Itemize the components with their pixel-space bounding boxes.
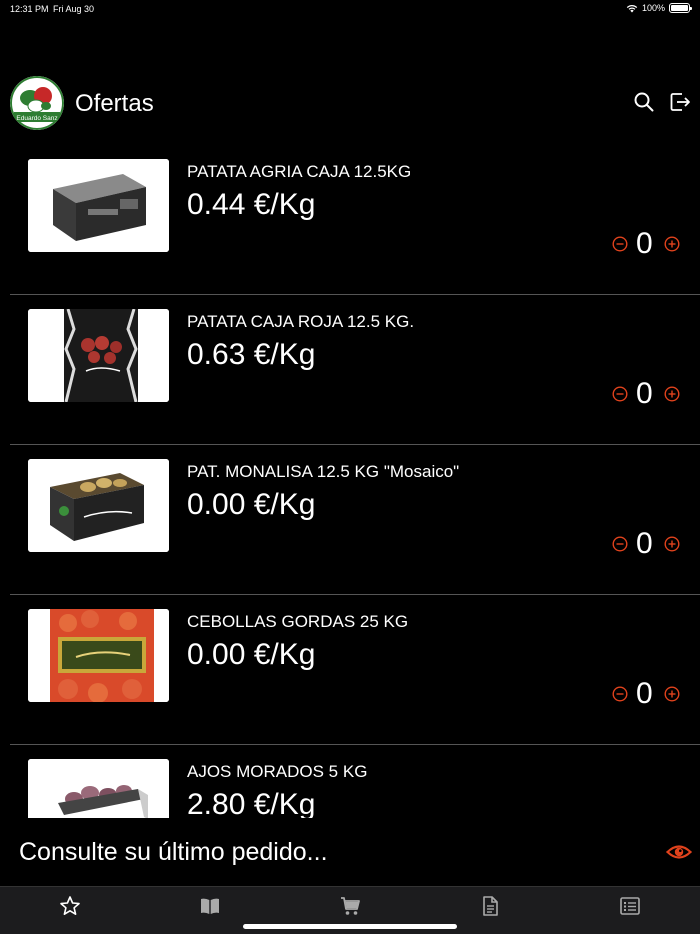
product-image (28, 159, 169, 252)
product-item[interactable]: PATATA CAJA ROJA 12.5 KG. 0.63 €/Kg 0 (0, 295, 700, 445)
quantity-stepper: 0 (612, 677, 682, 711)
logout-icon (670, 93, 690, 111)
tab-orders[interactable] (619, 895, 641, 917)
decrement-button[interactable] (612, 536, 628, 552)
home-indicator[interactable] (243, 924, 457, 929)
status-time: 12:31 PM (10, 4, 49, 14)
product-image (28, 759, 169, 818)
search-button[interactable] (632, 90, 656, 114)
list-icon (620, 897, 640, 915)
product-item[interactable]: PAT. MONALISA 12.5 KG "Mosaico" 0.00 €/K… (0, 445, 700, 595)
logo-text: Eduardo Sanz (16, 115, 57, 122)
product-price: 0.00 €/Kg (187, 638, 316, 671)
logout-button[interactable] (668, 90, 692, 114)
quantity-stepper: 0 (612, 227, 682, 261)
product-price: 2.80 €/Kg (187, 788, 316, 818)
decrement-button[interactable] (612, 236, 628, 252)
brand-logo: Eduardo Sanz (10, 76, 64, 130)
document-icon (483, 896, 498, 916)
increment-button[interactable] (664, 536, 680, 552)
decrement-button[interactable] (612, 386, 628, 402)
product-price: 0.44 €/Kg (187, 188, 316, 221)
product-item[interactable]: AJOS MORADOS 5 KG 2.80 €/Kg 0 (0, 745, 700, 818)
tab-catalog[interactable] (199, 895, 221, 917)
quantity-stepper: 0 (612, 377, 682, 411)
product-name: PAT. MONALISA 12.5 KG "Mosaico" (187, 462, 460, 481)
product-list[interactable]: PATATA AGRIA CAJA 12.5KG 0.44 €/Kg 0 PAT… (0, 145, 700, 818)
quantity-value: 0 (636, 527, 653, 560)
page-title: Ofertas (75, 90, 154, 117)
status-date: Fri Aug 30 (53, 4, 95, 14)
product-image (28, 609, 169, 702)
product-image (28, 309, 169, 402)
last-order-text[interactable]: Consulte su último pedido... (19, 838, 328, 867)
product-name: PATATA AGRIA CAJA 12.5KG (187, 162, 412, 181)
star-icon (60, 896, 80, 916)
product-image (28, 459, 169, 552)
search-icon (634, 92, 654, 112)
tab-offers[interactable] (59, 895, 81, 917)
status-right: 100% (626, 3, 692, 13)
cart-icon (341, 897, 360, 915)
quantity-value: 0 (636, 377, 653, 410)
last-order-bar[interactable]: Consulte su último pedido... (0, 818, 700, 886)
decrement-button[interactable] (612, 686, 628, 702)
product-name: AJOS MORADOS 5 KG (187, 762, 368, 781)
battery-icon (669, 3, 692, 13)
product-item[interactable]: PATATA AGRIA CAJA 12.5KG 0.44 €/Kg 0 (0, 145, 700, 295)
status-bar: 12:31 PM Fri Aug 30 100% (0, 0, 700, 20)
tab-cart[interactable] (339, 895, 361, 917)
product-price: 0.00 €/Kg (187, 488, 316, 521)
eye-icon[interactable] (666, 842, 692, 862)
increment-button[interactable] (664, 686, 680, 702)
quantity-value: 0 (636, 227, 653, 260)
increment-button[interactable] (664, 386, 680, 402)
tab-documents[interactable] (479, 895, 501, 917)
product-item[interactable]: CEBOLLAS GORDAS 25 KG 0.00 €/Kg 0 (0, 595, 700, 745)
book-icon (201, 898, 219, 914)
quantity-value: 0 (636, 677, 653, 710)
battery-percent: 100% (641, 3, 665, 13)
quantity-stepper: 0 (612, 527, 682, 561)
nav-bar: Eduardo Sanz Ofertas (0, 74, 700, 134)
product-price: 0.63 €/Kg (187, 338, 316, 371)
product-name: PATATA CAJA ROJA 12.5 KG. (187, 312, 415, 331)
wifi-icon (626, 4, 638, 12)
product-name: CEBOLLAS GORDAS 25 KG (187, 612, 409, 631)
increment-button[interactable] (664, 236, 680, 252)
